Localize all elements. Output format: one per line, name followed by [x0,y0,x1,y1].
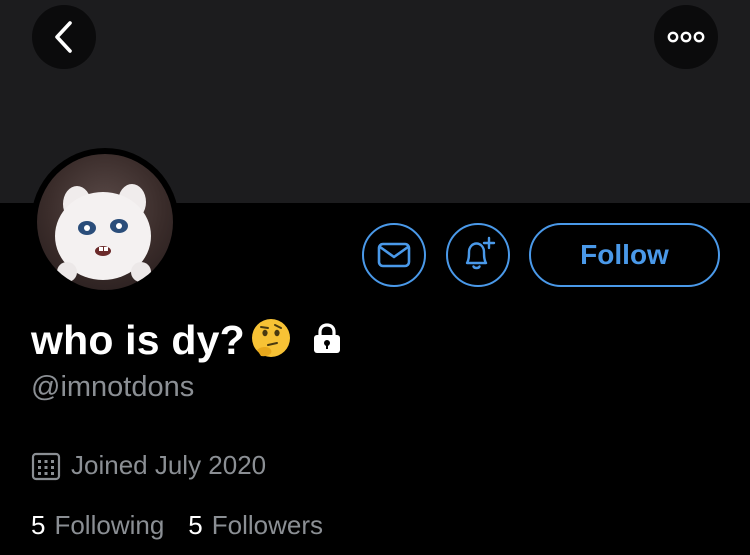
followers-label: Followers [211,510,324,540]
user-handle: @imnotdons [31,371,195,403]
following-label: Following [54,510,165,540]
notifications-button[interactable] [446,223,510,287]
follow-stats: 5 Following 5 Followers [31,510,323,541]
ellipsis-icon [667,31,705,43]
avatar[interactable] [31,148,179,296]
envelope-icon [377,242,411,268]
chevron-left-icon [55,21,72,53]
follow-button[interactable]: Follow [529,223,720,287]
followers-link[interactable]: 5 Followers [188,510,323,541]
thinking-face-icon [249,316,293,365]
display-name-row: who is dy? [31,316,343,365]
display-name: who is dy? [31,317,245,363]
back-button[interactable] [32,5,96,69]
following-link[interactable]: 5 Following [31,510,164,541]
more-options-button[interactable] [654,5,718,69]
message-button[interactable] [362,223,426,287]
calendar-icon [31,452,61,480]
joined-date: Joined July 2020 [71,450,267,480]
following-count: 5 [31,510,46,540]
followers-count: 5 [188,510,203,540]
joined-info: Joined July 2020 [31,450,266,481]
lock-icon [311,322,343,359]
bell-plus-icon [465,236,496,270]
avatar-image [37,154,173,290]
